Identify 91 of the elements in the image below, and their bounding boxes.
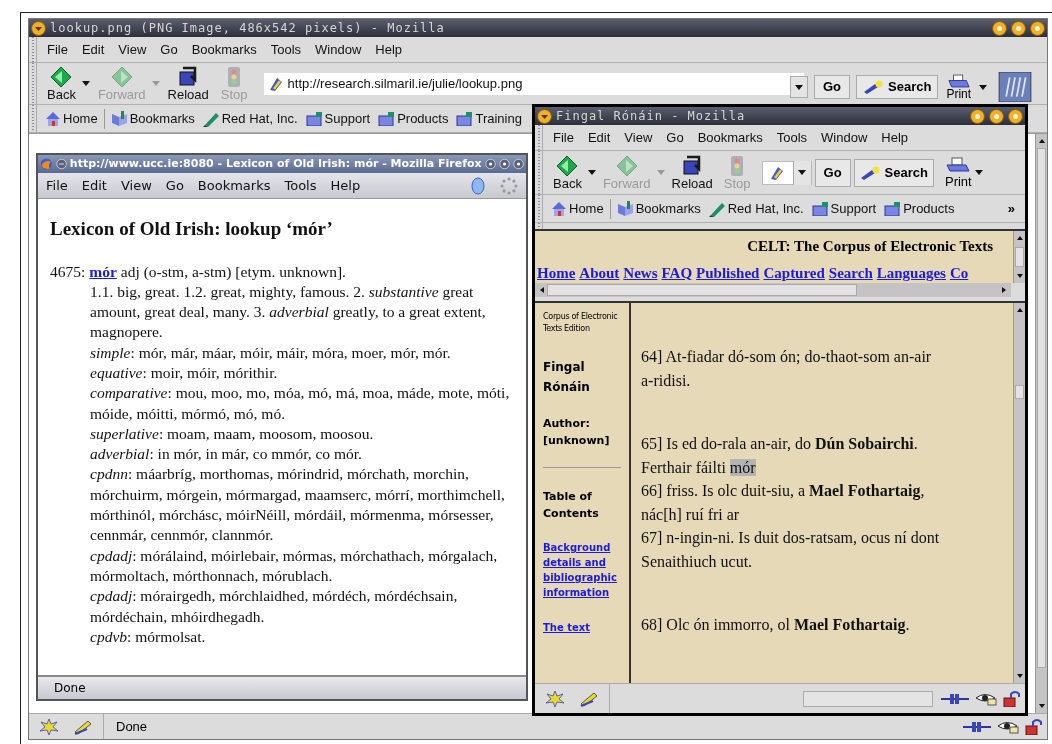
menu-item[interactable]: Edit <box>587 127 611 148</box>
bookmark-link[interactable]: Support <box>301 108 375 129</box>
form-list: cpdadj: mórairgedh, mórchlaidhed, mórdéch, mórdéchsain, mórdéchain, mhóirdhegadh. <box>90 586 510 627</box>
menu-item[interactable]: View <box>118 39 147 60</box>
site-nav-link[interactable]: Co <box>949 261 969 283</box>
bookmark-link[interactable]: Training <box>452 108 526 129</box>
form-list: cpdnn: máarbríg, morthomas, mórindrid, mórchath, morchin, mórchuirm, mórgein, mórmargad, maamserc, mórrí, morthimchell, mórthinól, mórchásc, móirNéill, mórdáil, mórmenma, mórsesser, cennmár, cennmór, clannmór. <box>90 464 510 546</box>
address-field[interactable]: http://research.silmaril.ie/julie/lookup.png <box>263 72 804 95</box>
site-nav-link[interactable]: About <box>579 261 620 283</box>
bookmark-link[interactable]: Red Hat, Inc. <box>198 108 302 129</box>
status-text: Done <box>115 717 149 736</box>
bookmark-link[interactable]: Home <box>41 108 102 129</box>
site-nav-link[interactable]: Search <box>828 261 873 283</box>
print-button[interactable]: Print <box>944 74 974 100</box>
site-nav-link[interactable]: News <box>623 261 658 283</box>
text-line: Senaithiuch ucut. <box>641 551 754 572</box>
bookmark-link[interactable]: Support <box>807 198 881 219</box>
window-title: Fingal Rónáin - Mozilla <box>556 110 747 122</box>
go-button[interactable]: Go <box>814 75 851 99</box>
form-list: adverbial: in mór, in már, co mmór, co mór. <box>90 444 510 465</box>
work-title: Fingal Rónáin <box>543 359 591 396</box>
nav-button[interactable]: Back <box>549 154 586 191</box>
bookmark-link[interactable]: Products <box>374 108 453 129</box>
nav-button[interactable]: Reload <box>163 65 213 102</box>
menu-item[interactable]: View <box>624 127 653 148</box>
text-line: 66] friss. Is olc duit-siu, a Mael Fothartaig, <box>641 481 926 502</box>
menu-item[interactable]: Bookmarks <box>697 127 763 148</box>
site-title: CELT: The Corpus of Electronic Texts <box>746 237 994 256</box>
text-line: nác[h] ruí fri ar <box>641 504 741 525</box>
site-nav-link[interactable]: Published <box>696 261 760 283</box>
menu-item[interactable]: Go <box>666 127 684 148</box>
menu-item[interactable]: Bookmarks <box>197 175 271 196</box>
form-list: comparative: mou, moo, mo, móa, mó, má, moa, máde, mote, móti, móide, móitti, mórmó, mó, mó. <box>90 383 510 424</box>
form-list: simple: mór, már, máar, móir, máir, móra, moer, mór, mór. <box>90 342 510 363</box>
site-nav-link[interactable]: Home <box>537 261 576 283</box>
bookmark-link[interactable]: Red Hat, Inc. <box>704 198 808 219</box>
search-button[interactable]: Search <box>856 75 939 99</box>
text-line: 65] Is ed do-rala an-air, do Dún Sobairchi. <box>641 434 919 454</box>
bookmark-link[interactable]: Home <box>547 198 608 219</box>
menu-item[interactable]: Edit <box>81 175 107 196</box>
menu-item[interactable]: Go <box>160 39 178 60</box>
menu-item[interactable]: Window <box>821 127 868 148</box>
window-title: lookup.png (PNG Image, 486x542 pixels) - Mozilla <box>50 22 446 34</box>
menu-item[interactable]: Help <box>375 39 403 60</box>
headword-link[interactable]: mór <box>89 261 117 282</box>
bookmark-link[interactable]: Bookmarks <box>612 198 705 219</box>
bookmark-link[interactable]: Products <box>880 198 959 219</box>
bookmark-link[interactable]: Bookmarks <box>106 108 199 129</box>
menu-item[interactable]: Help <box>881 127 909 148</box>
site-nav-link[interactable]: Captured <box>763 261 825 283</box>
sidebar-link[interactable]: The text <box>543 620 613 635</box>
menu-item[interactable]: Tools <box>776 127 808 148</box>
text-line: 68] Olc ón immorro, ol Mael Fothartaig. <box>641 615 911 636</box>
text-line: a-ridisi. <box>641 370 692 391</box>
status-text: Done <box>54 680 86 697</box>
form-list: superlative: moam, maam, moosom, moosou. <box>90 423 510 445</box>
nav-button[interactable]: Back <box>43 65 80 102</box>
go-button[interactable]: Go <box>814 158 851 187</box>
menu-item[interactable]: Bookmarks <box>191 39 257 60</box>
site-nav-link[interactable]: FAQ <box>661 261 693 283</box>
form-list: equative: moir, móir, mórithir. <box>90 363 510 384</box>
toc-heading: Table of Contents <box>543 489 600 522</box>
menu-item[interactable]: Help <box>330 175 361 196</box>
address-text: http://research.silmaril.ie/julie/lookup.png <box>287 74 523 93</box>
print-button[interactable]: Print <box>945 156 972 189</box>
menu-item[interactable]: Edit <box>81 39 105 60</box>
edition-note: Corpus of Electronic Texts Edition <box>543 311 619 335</box>
nav-button[interactable]: Reload <box>667 154 717 191</box>
grammar-note: adj (o-stm, a-stm) [etym. unknown]. <box>120 261 346 282</box>
menu-item[interactable]: View <box>120 175 152 196</box>
text-line: 67] n-ingin-ni. Is duit dos-ratsam, ocus ní dont <box>641 528 941 549</box>
entry-number: 4675: <box>50 261 86 282</box>
menu-item[interactable]: Go <box>165 175 184 196</box>
search-highlight: mór <box>729 458 756 476</box>
menu-item[interactable]: Tools <box>270 39 302 60</box>
menu-item[interactable]: File <box>46 175 68 196</box>
site-nav-link[interactable]: Languages <box>876 261 946 283</box>
window-title: http://www.ucc.ie:8080 - Lexicon of Old Irish: mór - Mozilla Firefox <box>69 155 482 172</box>
menu-item[interactable]: File <box>553 127 574 148</box>
form-list: cpdadj: mórálaind, móirlebair, mórmas, mórchathach, mórgalach, mórmoltach, mórthonnach, mórublach. <box>90 545 510 587</box>
page-heading: Lexicon of Old Irish: lookup ‘mór’ <box>50 217 334 241</box>
author-note: Author: [unknown] <box>543 416 611 449</box>
text-line: Ferthair fáilti mór <box>641 457 757 478</box>
menu-item[interactable]: Window <box>315 39 362 60</box>
text-line: 64] At-fiadar dó-som ón; do-thaot-som an-air <box>641 347 933 367</box>
menu-item[interactable]: File <box>47 39 68 60</box>
form-list: cpdvb: mórmolsat. <box>90 626 510 648</box>
search-button[interactable]: Search <box>853 158 934 187</box>
menu-item[interactable]: Tools <box>284 175 317 196</box>
more-bookmarks-chevron[interactable]: » <box>997 198 1025 219</box>
definition-text: 1.1. big, great. 1.2. great, mighty, famous. 2. substantive great amount, great deal, many. 3. adverbial greatly, to a great extent, magnopere. <box>90 281 487 343</box>
